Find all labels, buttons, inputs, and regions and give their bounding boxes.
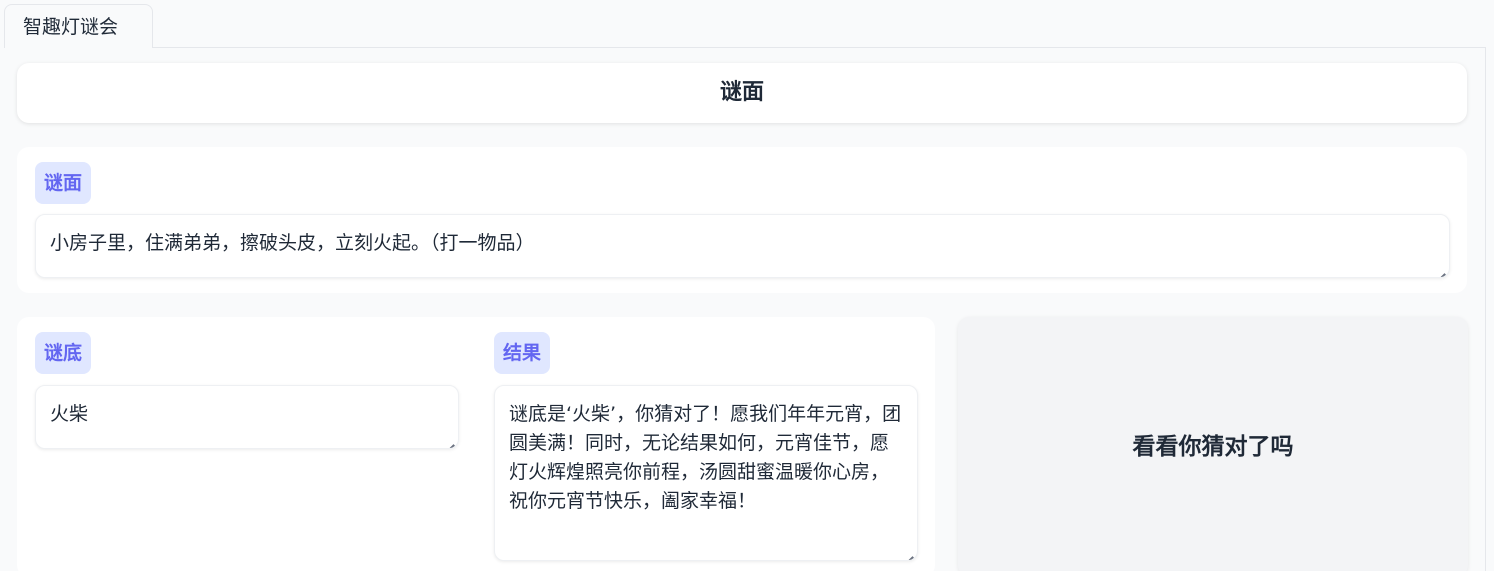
riddle-text: 小房子里，住满弟弟，擦破头皮，立刻火起。（打一物品） [50, 232, 535, 254]
answer-text: 火柴 [50, 403, 89, 425]
tab-riddle-party[interactable]: 智趣灯谜会 [4, 4, 153, 48]
result-label: 结果 [494, 332, 551, 374]
result-text: 谜底是‘火柴’，你猜对了！愿我们年年元宵，团圆美满！同时，无论结果如何，元宵佳节… [509, 403, 902, 512]
answer-result-block: 谜底 火柴 结果 谜底是‘火柴’，你猜对了！愿我们年年元宵，团圆美满！同时，无论… [17, 317, 935, 571]
result-textarea[interactable]: 谜底是‘火柴’，你猜对了！愿我们年年元宵，团圆美满！同时，无论结果如何，元宵佳节… [494, 385, 918, 561]
resize-handle-icon[interactable] [903, 547, 913, 557]
tab-bar: 智趣灯谜会 [0, 0, 1494, 571]
resize-handle-icon[interactable] [1435, 264, 1445, 274]
page-title: 谜面 [17, 63, 1467, 123]
riddle-textarea[interactable]: 小房子里，住满弟弟，擦破头皮，立刻火起。（打一物品） [35, 214, 1450, 278]
check-button-label: 看看你猜对了吗 [1132, 434, 1294, 460]
answer-input[interactable]: 火柴 [35, 385, 459, 449]
riddle-block: 谜面 小房子里，住满弟弟，擦破头皮，立刻火起。（打一物品） [17, 147, 1467, 293]
resize-handle-icon[interactable] [444, 435, 454, 445]
panel-border [1485, 47, 1486, 571]
answer-label: 谜底 [35, 332, 92, 374]
riddle-label: 谜面 [35, 162, 92, 204]
check-button[interactable]: 看看你猜对了吗 [958, 317, 1468, 571]
tab-divider [152, 47, 1486, 48]
